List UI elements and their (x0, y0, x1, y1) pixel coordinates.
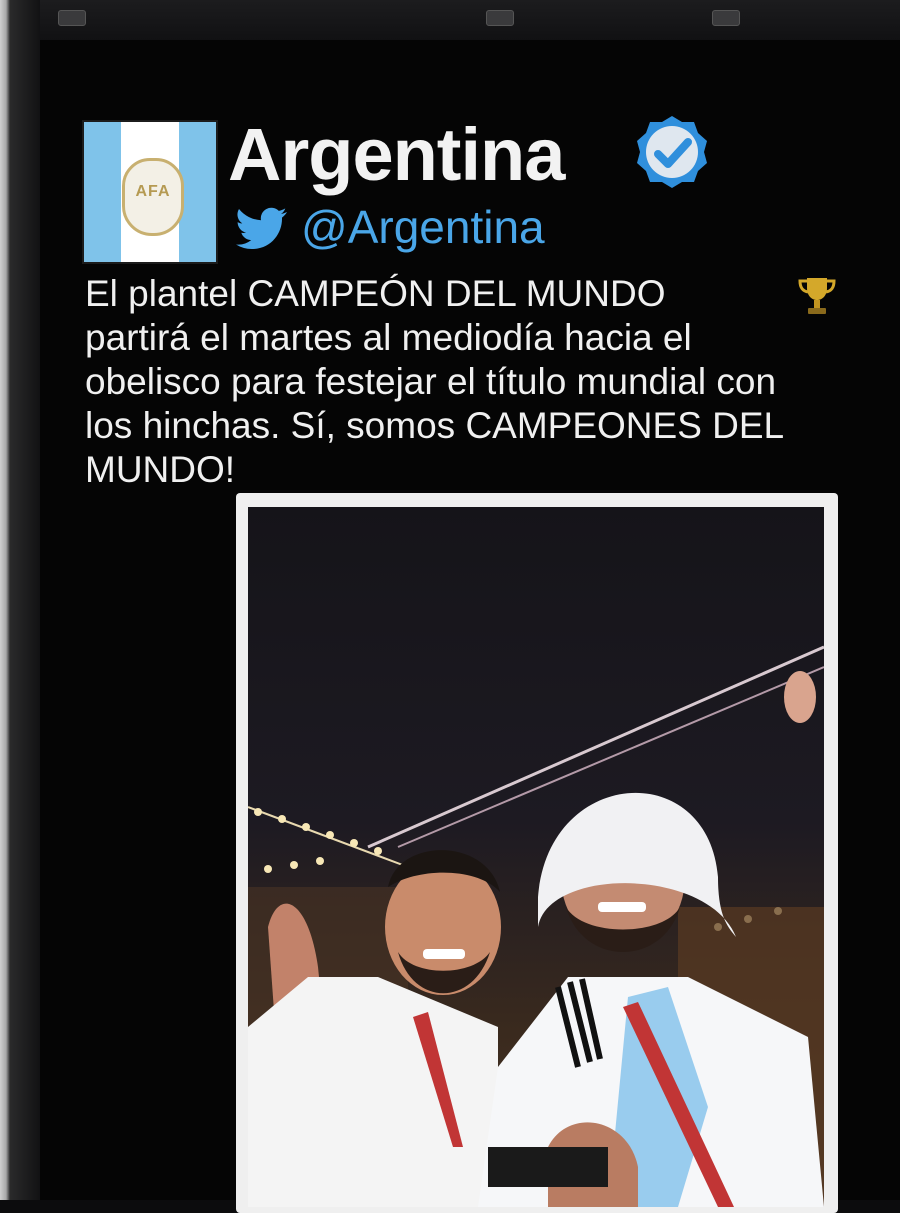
avatar[interactable]: AFA (82, 120, 218, 264)
tweet-text: El plantel CAMPEÓN DEL MUNDO partirá el … (85, 272, 900, 492)
tweet-line: MUNDO! (85, 449, 236, 490)
photo-content (248, 507, 824, 1207)
verified-badge-icon (637, 116, 707, 188)
tweet-line: los hinchas. Sí, somos CAMPEONES DEL (85, 405, 785, 446)
bezel-glint (712, 10, 740, 26)
display-name[interactable]: Argentina (228, 112, 565, 197)
monitor-bezel-top (0, 0, 900, 40)
tweet-line: obelisco para festejar el título mundial… (85, 361, 777, 402)
twitter-bird-icon (236, 207, 287, 250)
tweet-line: partirá el martes al mediodía hacia el (85, 317, 692, 358)
account-handle[interactable]: @Argentina (301, 200, 545, 254)
tweet-photo[interactable] (236, 493, 838, 1213)
celebration-photo-image (248, 645, 824, 1207)
afa-crest-icon: AFA (122, 158, 184, 236)
monitor-bezel-left (0, 0, 40, 1200)
tweet-line: El plantel CAMPEÓN DEL MUNDO (85, 273, 666, 314)
trophy-icon (798, 278, 836, 314)
bezel-glint (58, 10, 86, 26)
bezel-glint (486, 10, 514, 26)
